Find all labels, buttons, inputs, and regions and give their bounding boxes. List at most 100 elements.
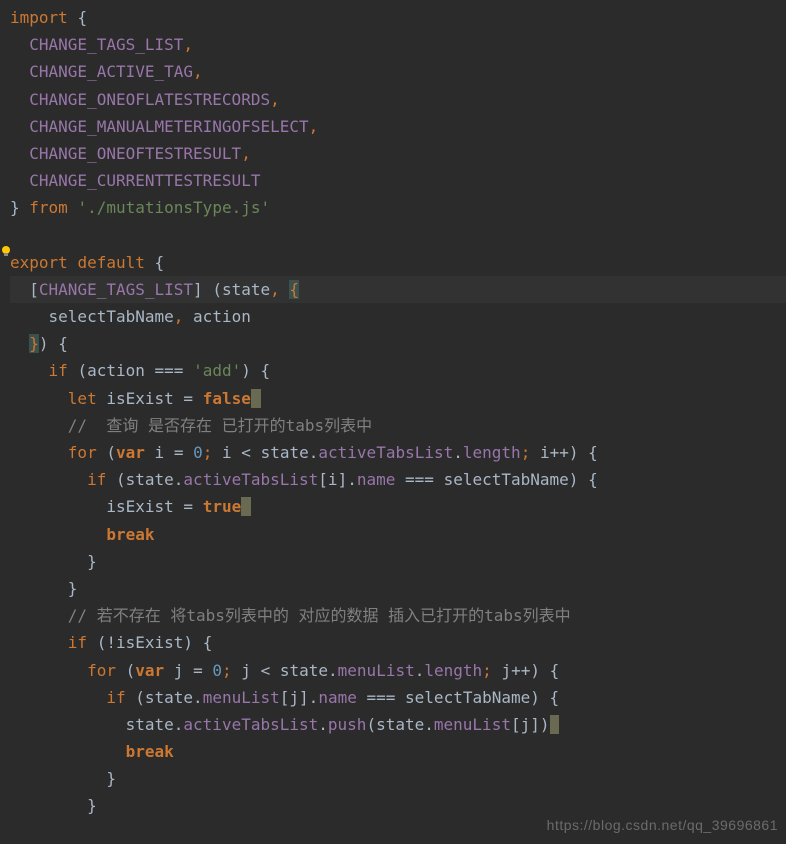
keyword-break: break: [126, 742, 174, 761]
prop-menu: menuList: [203, 688, 280, 707]
prop-active: activeTabsList: [318, 443, 453, 462]
var-j: j: [289, 688, 299, 707]
close-paren: ): [530, 661, 540, 680]
var-j: j: [174, 661, 184, 680]
change-tags-list: CHANGE_TAGS_LIST: [39, 280, 193, 299]
open-paren: (: [126, 661, 136, 680]
not: !: [106, 633, 116, 652]
prop-menu: menuList: [338, 661, 415, 680]
close-paren: ): [540, 715, 550, 734]
prop-menu: menuList: [434, 715, 511, 734]
var-state: state: [126, 715, 174, 734]
param-action: action: [193, 307, 251, 326]
comma: ,: [193, 62, 203, 81]
comma: ,: [174, 307, 184, 326]
rbrack: ]: [299, 688, 309, 707]
dot: .: [318, 715, 328, 734]
open-brace: {: [588, 470, 598, 489]
plusplus: ++: [511, 661, 530, 680]
keyword-break: break: [106, 525, 154, 544]
method-push: push: [328, 715, 367, 734]
keyword-let: let: [68, 389, 97, 408]
dot: .: [174, 470, 184, 489]
code-editor[interactable]: import { CHANGE_TAGS_LIST, CHANGE_ACTIVE…: [0, 4, 786, 820]
string-add: 'add': [193, 361, 241, 380]
const-change-current: CHANGE_CURRENTTESTRESULT: [29, 171, 260, 190]
var-isexist: isExist: [106, 389, 173, 408]
close-brace-hl: }: [29, 334, 39, 353]
open-paren: (: [77, 361, 87, 380]
close-bracket: ]: [193, 280, 203, 299]
true-literal: true: [203, 497, 242, 516]
close-paren: ): [569, 470, 579, 489]
var-i: i: [328, 470, 338, 489]
const-change-tags: CHANGE_TAGS_LIST: [29, 35, 183, 54]
var-selecttab: selectTabName: [444, 470, 569, 489]
string-path: './mutationsType.js': [77, 198, 270, 217]
lbrack: [: [511, 715, 521, 734]
eq3: ===: [366, 688, 395, 707]
var-isexist: isExist: [116, 633, 183, 652]
close-brace: }: [87, 552, 97, 571]
num-zero: 0: [193, 443, 203, 462]
var-state: state: [261, 443, 309, 462]
keyword-if: if: [68, 633, 87, 652]
open-brace: {: [550, 661, 560, 680]
dot: .: [347, 470, 357, 489]
close-paren: ): [183, 633, 193, 652]
var-j2: j: [241, 661, 251, 680]
close-paren: ): [569, 443, 579, 462]
open-brace: {: [77, 8, 87, 27]
cursor: [241, 497, 251, 516]
dot: .: [415, 661, 425, 680]
prop-active: activeTabsList: [183, 470, 318, 489]
var-action: action: [87, 361, 145, 380]
prop-name: name: [357, 470, 396, 489]
open-brace: {: [588, 443, 598, 462]
comma: ,: [183, 35, 193, 54]
var-state: state: [145, 688, 193, 707]
lbrack: [: [280, 688, 290, 707]
open-paren: (: [212, 280, 222, 299]
dot: .: [309, 688, 319, 707]
const-change-testresult: CHANGE_ONEOFTESTRESULT: [29, 144, 241, 163]
comma: ,: [309, 117, 319, 136]
var-isexist: isExist: [106, 497, 173, 516]
param-state: state: [222, 280, 270, 299]
keyword-from: from: [29, 198, 68, 217]
prop-name: name: [318, 688, 357, 707]
dot: .: [193, 688, 203, 707]
eq: =: [183, 497, 193, 516]
plusplus: ++: [550, 443, 569, 462]
close-brace: }: [10, 198, 20, 217]
keyword-for: for: [68, 443, 97, 462]
keyword-if: if: [49, 361, 68, 380]
comma: ,: [241, 144, 251, 163]
keyword-if: if: [87, 470, 106, 489]
var-state2: state: [376, 715, 424, 734]
const-change-manual: CHANGE_MANUALMETERINGOFSELECT: [29, 117, 308, 136]
gutter-lightbulb-icon[interactable]: [0, 245, 12, 257]
var-j: j: [521, 715, 531, 734]
keyword-export: export: [10, 253, 68, 272]
watermark-text: https://blog.csdn.net/qq_39696861: [547, 814, 778, 838]
var-i2: i: [222, 443, 232, 462]
dot: .: [424, 715, 434, 734]
keyword-var: var: [135, 661, 164, 680]
semicolon: ;: [222, 661, 232, 680]
open-paren: (: [106, 443, 116, 462]
semicolon: ;: [521, 443, 531, 462]
dot: .: [174, 715, 184, 734]
rbrack: ]: [338, 470, 348, 489]
false-literal: false: [203, 389, 251, 408]
var-selecttab: selectTabName: [405, 688, 530, 707]
dot: .: [453, 443, 463, 462]
open-paren: (: [116, 470, 126, 489]
keyword-import: import: [10, 8, 68, 27]
cursor: [550, 715, 560, 734]
open-paren: (: [135, 688, 145, 707]
const-change-latestrecords: CHANGE_ONEOFLATESTRECORDS: [29, 90, 270, 109]
keyword-if: if: [106, 688, 125, 707]
var-i: i: [155, 443, 165, 462]
close-paren: ): [241, 361, 251, 380]
